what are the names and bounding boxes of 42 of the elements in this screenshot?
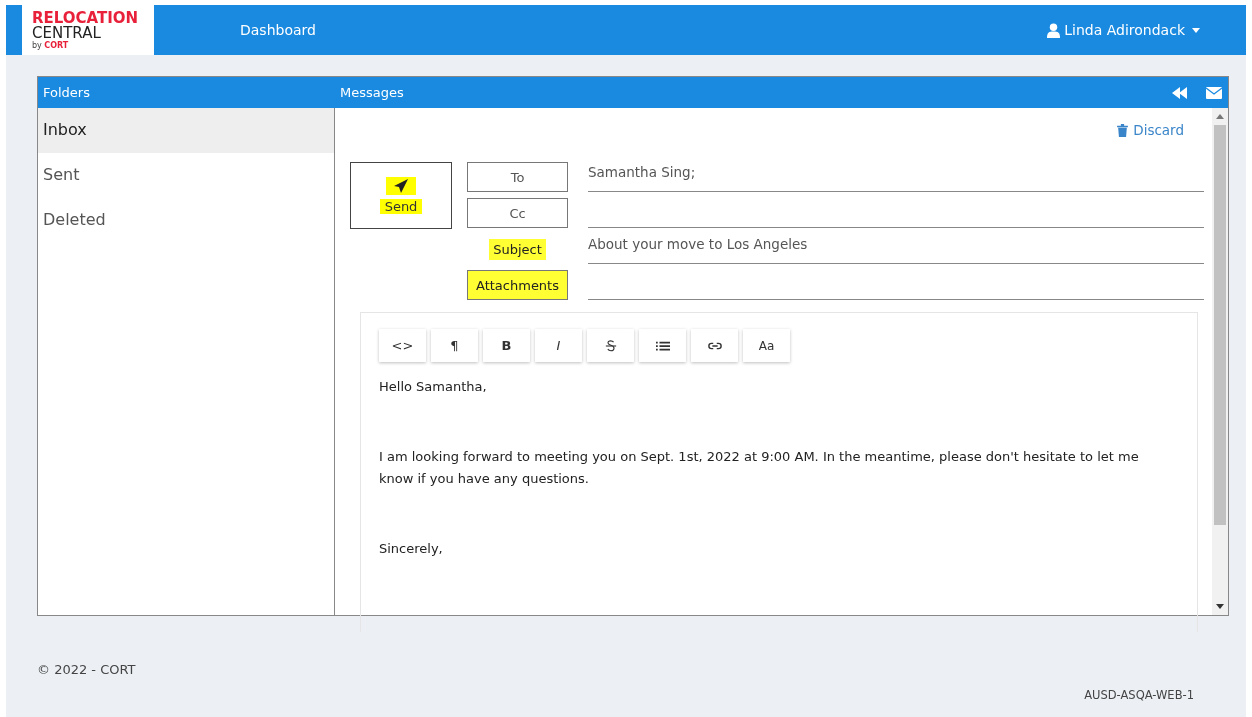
user-menu[interactable]: Linda Adirondack <box>1047 22 1200 38</box>
message-paragraph: Hello Samantha, <box>379 378 488 396</box>
field-button[interactable]: To <box>467 162 568 192</box>
toolbar-button[interactable]: I <box>535 329 582 362</box>
discard-button[interactable]: Discard <box>1117 122 1184 138</box>
strikethrough-icon <box>603 339 618 352</box>
message-paragraph: I am looking forward to meeting you on Sept. 1st, 2022 at 9:00 AM. In the meantime, please don't hesitate to let me know if you have any questions. <box>379 448 1139 488</box>
toolbar-button[interactable]: <> <box>379 329 426 362</box>
scroll-down-icon[interactable] <box>1216 604 1224 609</box>
logo[interactable]: RELOCATION CENTRAL by CORT <box>22 5 154 55</box>
toolbar-button[interactable] <box>691 329 738 362</box>
field-button[interactable]: Cc <box>467 198 568 228</box>
trash-icon <box>1117 123 1129 137</box>
toolbar-button[interactable]: ¶ <box>431 329 478 362</box>
server-name: AUSD-ASQA-WEB-1 <box>1084 688 1194 702</box>
toolbar-button[interactable]: B <box>483 329 530 362</box>
folders-title: Folders <box>42 85 91 100</box>
scrollbar[interactable] <box>1212 108 1228 615</box>
paper-plane-icon <box>386 177 416 195</box>
caret-icon <box>1192 27 1200 33</box>
list-icon <box>655 339 670 352</box>
logo-text: RELOCATION <box>32 11 140 26</box>
copyright-text: © 2022 - CORT <box>37 662 137 677</box>
folder-item[interactable]: Inbox <box>38 108 334 153</box>
message-paragraph: Sincerely, <box>379 540 444 558</box>
dashboard-link[interactable]: Dashboard <box>240 22 316 38</box>
envelope-icon[interactable] <box>1206 86 1222 99</box>
input-field[interactable]: Samantha Sing; <box>588 162 1204 192</box>
folder-item[interactable]: Deleted <box>38 198 334 243</box>
field-label: Subject <box>489 238 546 260</box>
toolbar-button[interactable] <box>639 329 686 362</box>
folder-item[interactable]: Sent <box>38 153 334 198</box>
user-icon <box>1047 22 1061 38</box>
logo-text: CENTRAL <box>32 26 102 41</box>
toolbar-button[interactable]: Aa <box>743 329 790 362</box>
rewind-icon[interactable] <box>1172 86 1188 99</box>
field-button[interactable]: Attachments <box>467 270 568 300</box>
input-field[interactable]: About your move to Los Angeles <box>588 234 1204 264</box>
messages-title: Messages <box>340 85 404 100</box>
send-button[interactable]: Send <box>350 162 452 229</box>
scroll-up-icon[interactable] <box>1216 114 1224 119</box>
logo-byline: by CORT <box>32 42 70 50</box>
